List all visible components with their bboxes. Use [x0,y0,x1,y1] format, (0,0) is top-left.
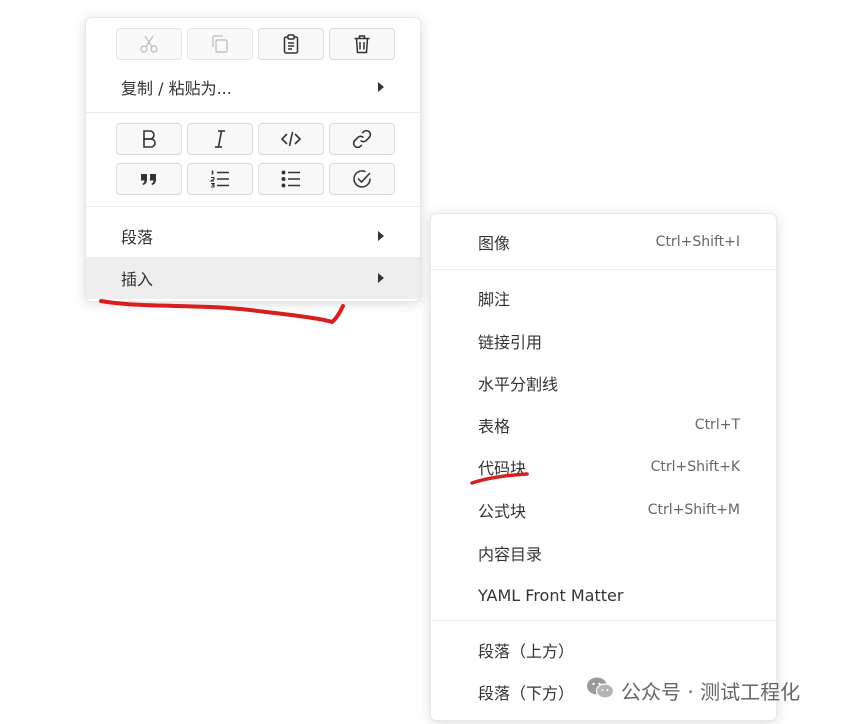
insert-code-block-item[interactable]: 代码块 Ctrl+Shift+K [431,447,776,487]
insert-paragraph-below-label: 段落（下方） [478,684,575,703]
separator [431,269,776,270]
unordered-list-icon [280,168,302,190]
italic-button[interactable] [187,123,253,155]
context-menu: 复制 / 粘贴为... 段落 插入 [85,17,421,302]
paste-button[interactable] [258,28,324,60]
insert-paragraph-above-item[interactable]: 段落（上方） [431,630,776,670]
format-toolbar-row-1 [116,123,395,155]
bold-button[interactable] [116,123,182,155]
quote-button[interactable] [116,163,182,195]
shortcut-hint: Ctrl+Shift+K [650,459,740,475]
submenu-arrow-icon [378,273,384,283]
quote-icon [138,168,160,190]
cut-button[interactable] [116,28,182,60]
insert-submenu: 图像 Ctrl+Shift+I 脚注 链接引用 水平分割线 表格 Ctrl+T … [430,213,777,721]
insert-horizontal-rule-item[interactable]: 水平分割线 [431,363,776,403]
insert-toc-label: 内容目录 [478,545,543,564]
insert-horizontal-rule-label: 水平分割线 [478,375,559,394]
submenu-arrow-icon [378,82,384,92]
insert-math-block-item[interactable]: 公式块 Ctrl+Shift+M [431,490,776,530]
copy-icon [209,33,231,55]
insert-image-item[interactable]: 图像 Ctrl+Shift+I [431,222,776,262]
insert-label: 插入 [121,270,154,289]
screen: 复制 / 粘贴为... 段落 插入 图像 Ctrl+Shift+I 脚注 链接引… [0,0,859,724]
insert-item[interactable]: 插入 [86,257,420,299]
code-icon [280,128,302,150]
italic-icon [209,128,231,150]
insert-paragraph-above-label: 段落（上方） [478,642,575,661]
code-button[interactable] [258,123,324,155]
unordered-list-button[interactable] [258,163,324,195]
submenu-arrow-icon [378,231,384,241]
copy-paste-as-item[interactable]: 复制 / 粘贴为... [86,66,420,108]
separator [86,206,420,207]
copy-button[interactable] [187,28,253,60]
scissors-icon [138,33,160,55]
insert-table-item[interactable]: 表格 Ctrl+T [431,405,776,445]
watermark-text: 公众号 · 测试工程化 [621,679,801,704]
shortcut-hint: Ctrl+Shift+M [647,502,740,518]
paragraph-item[interactable]: 段落 [86,215,420,257]
shortcut-hint: Ctrl+T [694,417,740,433]
insert-footnote-label: 脚注 [478,290,511,309]
link-icon [351,128,373,150]
link-button[interactable] [329,123,395,155]
watermark: 公众号 · 测试工程化 [585,674,800,706]
insert-link-reference-label: 链接引用 [478,333,543,352]
check-circle-icon [351,168,373,190]
paragraph-label: 段落 [121,228,154,247]
ordered-list-icon [209,168,231,190]
separator [86,112,420,113]
copy-paste-as-label: 复制 / 粘贴为... [121,79,232,98]
clipboard-toolbar [116,28,395,60]
insert-image-label: 图像 [478,234,511,253]
insert-yaml-front-matter-label: YAML Front Matter [478,585,624,605]
delete-button[interactable] [329,28,395,60]
insert-link-reference-item[interactable]: 链接引用 [431,321,776,361]
insert-yaml-front-matter-item[interactable]: YAML Front Matter [431,575,776,615]
insert-code-block-label: 代码块 [478,459,527,478]
task-list-button[interactable] [329,163,395,195]
clipboard-icon [280,33,302,55]
insert-math-block-label: 公式块 [478,502,527,521]
format-toolbar-row-2 [116,163,395,195]
shortcut-hint: Ctrl+Shift+I [655,234,740,250]
insert-footnote-item[interactable]: 脚注 [431,278,776,318]
separator [431,620,776,621]
insert-toc-item[interactable]: 内容目录 [431,533,776,573]
wechat-icon [585,675,615,706]
insert-table-label: 表格 [478,417,511,436]
bold-icon [138,128,160,150]
ordered-list-button[interactable] [187,163,253,195]
trash-icon [351,33,373,55]
annotation-underline-insert [99,299,345,325]
